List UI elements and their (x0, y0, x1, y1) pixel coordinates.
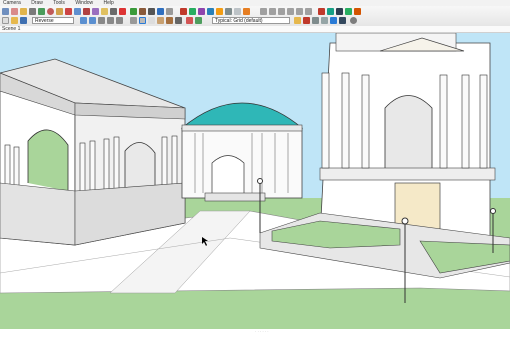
scale-icon[interactable] (83, 8, 90, 15)
split-icon[interactable] (339, 17, 346, 24)
redo-icon[interactable] (89, 17, 96, 24)
front-view-icon[interactable] (278, 8, 285, 15)
scene-tab[interactable]: Scene 1 (2, 26, 20, 32)
right-view-icon[interactable] (287, 8, 294, 15)
rectangle-tool-icon[interactable] (38, 8, 45, 15)
model-render (0, 33, 510, 329)
solid-tools-icon[interactable] (195, 17, 202, 24)
geo-location-icon[interactable] (345, 8, 352, 15)
layers-icon[interactable] (216, 8, 223, 15)
layer-manager-icon[interactable] (294, 17, 301, 24)
new-file-icon[interactable] (2, 17, 9, 24)
toolbar-row-bottom: Reverse Typical: Grid (default) (0, 16, 510, 26)
components-icon[interactable] (198, 8, 205, 15)
offset-icon[interactable] (92, 8, 99, 15)
monochrome-icon[interactable] (175, 17, 182, 24)
styles-icon[interactable] (207, 8, 214, 15)
outer-shell-icon[interactable] (321, 17, 328, 24)
paint-bucket-icon[interactable] (20, 8, 27, 15)
wireframe-icon[interactable] (139, 17, 146, 24)
copy-icon[interactable] (107, 17, 114, 24)
left-view-icon[interactable] (305, 8, 312, 15)
photo-texture-icon[interactable] (354, 8, 361, 15)
zoom-extents-icon[interactable] (157, 8, 164, 15)
materials-icon[interactable] (189, 8, 196, 15)
open-folder-icon[interactable] (11, 17, 18, 24)
sandbox-icon[interactable] (186, 17, 193, 24)
select-icon[interactable] (2, 8, 9, 15)
push-pull-icon[interactable] (56, 8, 63, 15)
move-icon[interactable] (65, 8, 72, 15)
status-bar: · · · · · · (0, 329, 510, 337)
share-model-icon[interactable] (336, 8, 343, 15)
section-plane-icon[interactable] (243, 8, 250, 15)
status-hint: · · · · · · (255, 329, 269, 334)
tape-measure-icon[interactable] (101, 8, 108, 15)
back-view-icon[interactable] (296, 8, 303, 15)
circle-tool-icon[interactable] (47, 8, 54, 15)
rotate-icon[interactable] (74, 8, 81, 15)
scenes-icon[interactable] (180, 8, 187, 15)
fog-icon[interactable] (234, 8, 241, 15)
scene-tab-bar: Scene 1 (0, 26, 510, 33)
orbit-icon[interactable] (130, 8, 137, 15)
shaded-icon[interactable] (157, 17, 164, 24)
hidden-line-icon[interactable] (148, 17, 155, 24)
dome-building (180, 102, 304, 202)
shaded-textures-icon[interactable] (166, 17, 173, 24)
text-tool-icon[interactable] (110, 8, 117, 15)
follow-me-icon[interactable] (303, 17, 310, 24)
shadows-icon[interactable] (225, 8, 232, 15)
toolbar: Reverse Typical: Grid (default) (0, 6, 510, 27)
3d-viewport[interactable] (0, 33, 510, 329)
cut-icon[interactable] (98, 17, 105, 24)
undo-icon[interactable] (80, 17, 87, 24)
paste-icon[interactable] (116, 17, 123, 24)
walk-icon[interactable] (166, 8, 173, 15)
axes-icon[interactable] (119, 8, 126, 15)
intersect-icon[interactable] (312, 17, 319, 24)
extension-icon[interactable] (327, 8, 334, 15)
line-tool-icon[interactable] (29, 8, 36, 15)
layer-dropdown[interactable]: Typical: Grid (default) (212, 17, 290, 24)
iso-view-icon[interactable] (260, 8, 267, 15)
top-view-icon[interactable] (269, 8, 276, 15)
settings-icon[interactable] (350, 17, 357, 24)
zoom-icon[interactable] (148, 8, 155, 15)
style-dropdown[interactable]: Reverse (32, 17, 74, 24)
x-ray-icon[interactable] (130, 17, 137, 24)
warehouse-icon[interactable] (318, 8, 325, 15)
pan-icon[interactable] (139, 8, 146, 15)
trim-icon[interactable] (330, 17, 337, 24)
save-icon[interactable] (20, 17, 27, 24)
eraser-icon[interactable] (11, 8, 18, 15)
